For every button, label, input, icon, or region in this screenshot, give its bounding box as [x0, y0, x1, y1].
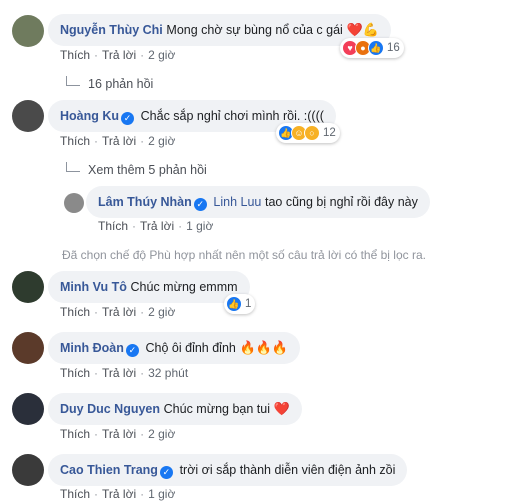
comment-emojis: ❤️💪 — [346, 22, 379, 37]
timestamp[interactable]: 32 phút — [148, 366, 188, 380]
commenter-name[interactable]: Cao Thien Trang — [60, 463, 158, 477]
like-button[interactable]: Thích — [60, 427, 90, 441]
reply-button[interactable]: Trả lời — [140, 219, 174, 233]
commenter-name[interactable]: Minh Vu Tô — [60, 280, 127, 294]
reaction-summary[interactable]: 👍 ☺ ○ 12 — [276, 123, 340, 143]
reply-text: tao cũng bị nghỉ rồi đây này — [264, 195, 418, 209]
comment-actions: Thích · Trả lời · 2 giờ — [60, 305, 176, 319]
comment-bubble: Minh Vu Tô Chúc mừng emmm — [48, 271, 250, 303]
like-button[interactable]: Thích — [60, 366, 90, 380]
reply-button[interactable]: Trả lời — [102, 134, 136, 148]
comment-text: Chộ ôi đỉnh đỉnh — [145, 341, 236, 355]
reaction-count: 12 — [323, 127, 336, 139]
reply-arrow-icon — [66, 162, 80, 172]
verified-badge-icon: ✓ — [159, 466, 173, 479]
reaction-count: 1 — [245, 298, 252, 310]
like-button[interactable]: Thích — [60, 48, 90, 62]
verified-badge-icon: ✓ — [121, 112, 135, 125]
timestamp[interactable]: 2 giờ — [148, 48, 175, 62]
view-replies-label: 16 phản hồi — [88, 77, 154, 91]
view-more-replies-link[interactable]: Xem thêm 5 phản hồi — [66, 162, 207, 177]
like-button[interactable]: Thích — [98, 219, 128, 233]
reaction-count: 16 — [387, 42, 400, 54]
timestamp[interactable]: 1 giờ — [148, 487, 175, 501]
comment-bubble: Nguyễn Thùy Chi Mong chờ sự bùng nổ của … — [48, 14, 391, 46]
commenter-name[interactable]: Hoàng Ku — [60, 109, 119, 123]
comment-actions: Thích · Trả lời · 1 giờ — [60, 487, 176, 501]
reply-button[interactable]: Trả lời — [102, 366, 136, 380]
reaction-summary[interactable]: ♥ ● 👍 16 — [340, 38, 404, 58]
reply-actions: Thích · Trả lời · 1 giờ — [98, 219, 214, 233]
like-button[interactable]: Thích — [60, 487, 90, 501]
reply-button[interactable]: Trả lời — [102, 427, 136, 441]
comment-actions: Thích · Trả lời · 32 phút — [60, 366, 189, 380]
replier-name[interactable]: Lâm Thúy Nhàn — [98, 195, 192, 209]
reaction-summary[interactable]: 👍 1 — [224, 294, 256, 314]
avatar[interactable] — [12, 271, 44, 303]
comment-text: Chúc mừng emmm — [130, 280, 238, 294]
comment-bubble: Duy Duc Nguyen Chúc mừng bạn tui ❤️ — [48, 393, 302, 425]
avatar[interactable] — [12, 15, 44, 47]
timestamp[interactable]: 1 giờ — [186, 219, 213, 233]
timestamp[interactable]: 2 giờ — [148, 427, 175, 441]
reply-button[interactable]: Trả lời — [102, 487, 136, 501]
comment-text: Mong chờ sự bùng nổ của c gái — [166, 23, 343, 37]
like-reaction-icon: 👍 — [226, 296, 242, 312]
commenter-name[interactable]: Duy Duc Nguyen — [60, 402, 160, 416]
avatar[interactable] — [64, 193, 84, 213]
reply-bubble: Lâm Thúy Nhàn ✓ Linh Luu tao cũng bị nghỉ… — [86, 186, 430, 218]
commenter-name[interactable]: Minh Đoàn — [60, 341, 124, 355]
timestamp[interactable]: 2 giờ — [148, 305, 175, 319]
comment-actions: Thích · Trả lời · 2 giờ — [60, 427, 176, 441]
like-button[interactable]: Thích — [60, 134, 90, 148]
commenter-name[interactable]: Nguyễn Thùy Chi — [60, 23, 163, 37]
fire-emojis: 🔥🔥🔥 — [239, 340, 289, 355]
like-button[interactable]: Thích — [60, 305, 90, 319]
avatar[interactable] — [12, 100, 44, 132]
timestamp[interactable]: 2 giờ — [148, 134, 175, 148]
comment-text: Chúc mừng bạn tui — [163, 402, 270, 416]
wow-reaction-icon: ○ — [304, 125, 320, 141]
filter-notice: Đã chọn chế độ Phù hợp nhất nên một số c… — [62, 248, 426, 262]
mention-tag[interactable]: Linh Luu — [213, 195, 261, 209]
verified-badge-icon: ✓ — [125, 344, 139, 357]
verified-badge-icon: ✓ — [193, 198, 207, 211]
avatar[interactable] — [12, 332, 44, 364]
avatar[interactable] — [12, 393, 44, 425]
reply-arrow-icon — [66, 76, 80, 86]
comment-bubble: Cao Thien Trang ✓ trời ơi sắp thành diễn … — [48, 454, 408, 486]
comment-actions: Thích · Trả lời · 2 giờ — [60, 134, 176, 148]
avatar[interactable] — [12, 454, 44, 486]
heart-emoji: ❤️ — [273, 401, 290, 416]
comment-actions: Thích · Trả lời · 2 giờ — [60, 48, 176, 62]
comment-bubble: Minh Đoàn ✓ Chộ ôi đỉnh đỉnh 🔥🔥🔥 — [48, 332, 301, 364]
comment-text: trời ơi sắp thành diễn viên điện ảnh zồi — [179, 463, 396, 477]
comment-text: Chắc sắp nghỉ chơi mình rồi. :(((( — [140, 109, 324, 123]
like-reaction-icon: 👍 — [368, 40, 384, 56]
view-replies-link[interactable]: 16 phản hồi — [66, 76, 153, 91]
view-more-replies-label: Xem thêm 5 phản hồi — [88, 163, 207, 177]
reply-button[interactable]: Trả lời — [102, 305, 136, 319]
reply-button[interactable]: Trả lời — [102, 48, 136, 62]
